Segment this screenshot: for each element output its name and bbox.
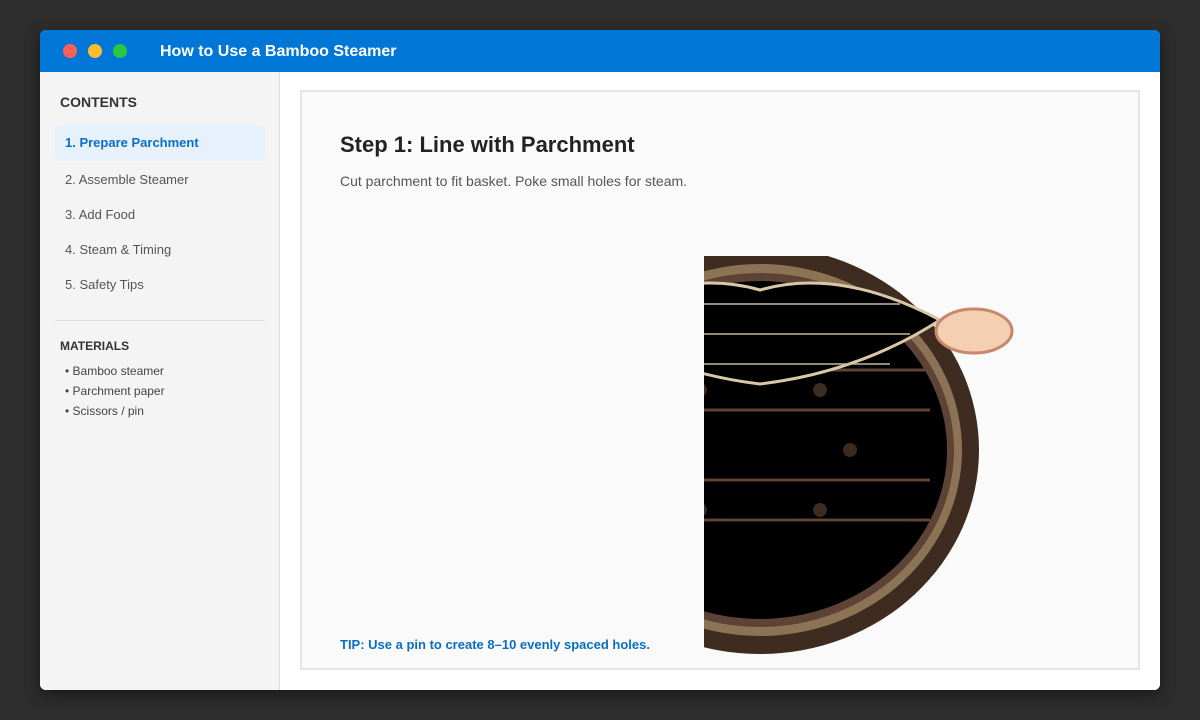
sidebar-divider bbox=[55, 320, 265, 321]
contents-heading: CONTENTS bbox=[60, 94, 137, 110]
step-description: Cut parchment to fit basket. Poke small … bbox=[340, 173, 688, 189]
sidebar-item-safety-tips[interactable]: 5. Safety Tips bbox=[55, 267, 265, 303]
material-item: • Parchment paper bbox=[65, 384, 165, 398]
sidebar-item-prepare-parchment[interactable]: 1. Prepare Parchment bbox=[55, 125, 265, 161]
main-content: Step 1: Line with Parchment Cut parchmen… bbox=[280, 72, 1160, 690]
step-title: Step 1: Line with Parchment bbox=[340, 132, 635, 157]
material-item: • Scissors / pin bbox=[65, 404, 144, 418]
sidebar: CONTENTS 1. Prepare Parchment 2. Assembl… bbox=[40, 72, 280, 690]
tip-text: TIP: Use a pin to create 8–10 evenly spa… bbox=[340, 637, 650, 652]
sidebar-item-assemble-steamer[interactable]: 2. Assemble Steamer bbox=[55, 162, 265, 198]
app-window: How to Use a Bamboo Steamer CONTENTS 1. … bbox=[40, 30, 1160, 690]
steamer-parchment-illustration bbox=[704, 256, 1014, 654]
close-window-button[interactable] bbox=[63, 44, 77, 58]
materials-heading: MATERIALS bbox=[60, 339, 130, 353]
material-item: • Bamboo steamer bbox=[65, 364, 164, 378]
sidebar-item-steam-timing[interactable]: 4. Steam & Timing bbox=[55, 232, 265, 268]
title-bar: How to Use a Bamboo Steamer bbox=[40, 30, 1160, 72]
window-title: How to Use a Bamboo Steamer bbox=[160, 43, 397, 60]
minimize-window-button[interactable] bbox=[88, 44, 102, 58]
steam-hole bbox=[813, 503, 827, 517]
right-hand bbox=[934, 307, 1014, 355]
steam-hole bbox=[813, 383, 827, 397]
steam-hole bbox=[843, 443, 857, 457]
maximize-window-button[interactable] bbox=[113, 44, 127, 58]
sidebar-item-add-food[interactable]: 3. Add Food bbox=[55, 197, 265, 233]
